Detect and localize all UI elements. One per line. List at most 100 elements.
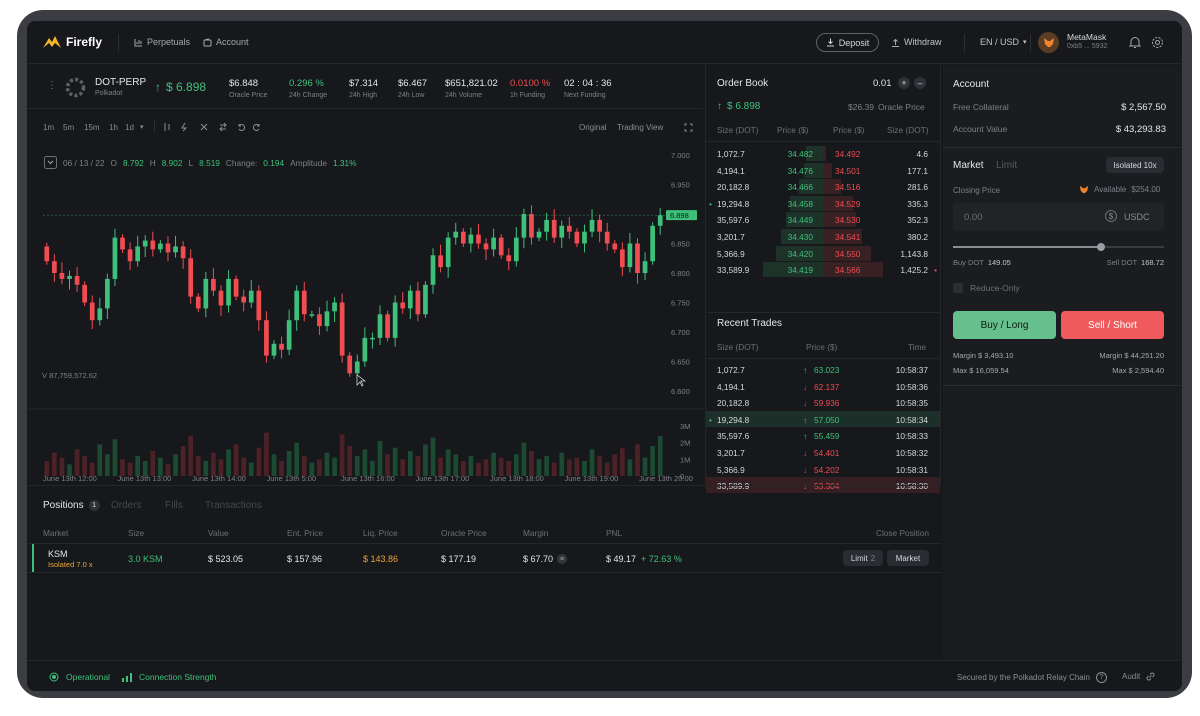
rt-head-size: Size (DOT): [717, 342, 759, 352]
withdraw-button[interactable]: Withdraw: [891, 37, 942, 47]
undo-icon[interactable]: [238, 124, 246, 131]
order-book-row[interactable]: 1,072.7 34.482 34.492 4.6: [706, 145, 940, 161]
sell-dot: Sell DOT 168.72: [1107, 258, 1164, 267]
fullscreen-icon[interactable]: [684, 123, 693, 132]
arrow-down-icon: ↓: [803, 464, 808, 475]
timeframe-1h[interactable]: 1h: [109, 123, 118, 132]
trade-row[interactable]: 5,366.9 ↓ 54.202 10:58:31: [706, 461, 940, 477]
pos-liq-price: $ 143.86: [363, 554, 399, 564]
candle-body: [582, 231, 587, 244]
arrow-down-icon: ↓: [803, 398, 808, 409]
stat-label: 24h Change: [289, 92, 328, 99]
candle-body: [377, 314, 383, 338]
help-icon[interactable]: ?: [1095, 672, 1107, 683]
volume-bar: [105, 454, 110, 476]
compare-icon[interactable]: [219, 122, 227, 132]
chevron-down-icon[interactable]: ▾: [140, 123, 144, 131]
divider: [27, 572, 941, 573]
order-book-step[interactable]: 0.01: [873, 78, 892, 89]
trade-row[interactable]: 35,597.6 ↑ 55.459 10:58:33: [706, 427, 940, 443]
sell-short-button[interactable]: Sell / Short: [1061, 311, 1164, 339]
indicator-icon[interactable]: [181, 122, 188, 132]
view-trading-view[interactable]: Trading View: [617, 123, 663, 132]
candle-body: [468, 234, 474, 244]
trade-row[interactable]: 19,294.8 ↑ 57.050 10:58:34 •: [706, 410, 940, 427]
candle-body: [309, 314, 315, 316]
tab-fills[interactable]: Fills: [165, 500, 183, 511]
timeframe-5m[interactable]: 5m: [63, 123, 74, 132]
pos-col-header: Size: [128, 528, 145, 538]
tab-positions[interactable]: Positions 1: [43, 500, 100, 511]
order-book-row[interactable]: 35,597.6 34.449 34.530 352.3: [706, 211, 940, 228]
market-pair[interactable]: DOT-PERP: [95, 77, 146, 88]
locale-selector[interactable]: EN / USD ▾: [980, 37, 1027, 47]
timeframe-1d[interactable]: 1d: [125, 123, 134, 132]
ob-aprice: 34.530: [835, 215, 861, 226]
close-limit-label: Limit: [850, 553, 868, 563]
buy-long-button[interactable]: Buy / Long: [953, 311, 1056, 339]
trade-row[interactable]: 4,194.1 ↓ 62.137 10:58:36: [706, 378, 940, 394]
candle-body: [67, 275, 72, 279]
close-limit-button[interactable]: Limit 2: [843, 550, 883, 566]
reduce-only-checkbox[interactable]: [953, 283, 963, 293]
trade-price: 62.137: [814, 381, 840, 392]
account-value-value: $ 43,293.83: [1115, 124, 1166, 135]
reduce-only-toggle[interactable]: Reduce-Only: [953, 283, 1020, 293]
trade-row[interactable]: 1,072.7 ↑ 63.023 10:58:37: [706, 361, 940, 377]
wallet-avatar[interactable]: [1038, 32, 1059, 53]
time-tick-label: June 13th 12:00: [43, 474, 97, 481]
price-chart[interactable]: 7.0006.9506.9006.8506.8006.7506.7006.650…: [27, 146, 703, 481]
crosshair-icon[interactable]: [200, 123, 208, 131]
candle-body: [59, 273, 65, 279]
ob-oracle-value: $26.39: [848, 102, 874, 112]
order-book-row[interactable]: 20,182.8 34.466 34.516 281.6: [706, 178, 940, 195]
margin-mode-button[interactable]: Isolated 10x: [1106, 157, 1164, 173]
tab-limit[interactable]: Limit: [996, 160, 1017, 171]
tab-market[interactable]: Market: [953, 160, 984, 171]
divider: [118, 34, 119, 52]
kebab-menu-icon[interactable]: ⋮: [47, 80, 57, 91]
edit-margin-icon[interactable]: ≡: [557, 554, 568, 564]
volume-bar: [551, 462, 557, 476]
order-book-row[interactable]: 19,294.8 34.458 34.529 335.3 •: [706, 195, 940, 211]
audit-link[interactable]: Audit: [1122, 672, 1155, 681]
candle-body: [597, 219, 602, 232]
timeframe-1m[interactable]: 1m: [43, 123, 54, 132]
tab-orders[interactable]: Orders: [111, 500, 142, 511]
deposit-button[interactable]: Deposit: [816, 33, 879, 52]
size-slider-thumb[interactable]: [1096, 243, 1105, 251]
nav-perpetuals[interactable]: Perpetuals: [134, 37, 190, 47]
close-market-button[interactable]: Market: [887, 550, 929, 566]
ob-last-price-value: $ 6.898: [727, 101, 761, 112]
candle-body: [188, 258, 194, 297]
redo-icon[interactable]: [252, 124, 260, 131]
nav-account[interactable]: Account: [203, 37, 249, 47]
trade-row[interactable]: 20,182.8 ↓ 59.936 10:58:35: [706, 394, 940, 410]
order-book-row[interactable]: 5,366.9 34.420 34.550 1,143.8: [706, 245, 940, 261]
gear-icon[interactable]: [1151, 36, 1164, 49]
pos-pnl-value: $ 49.17: [606, 554, 637, 564]
table-row[interactable]: KSM Isolated 7.0 x 3.0 KSM $ 523.05 $ 15…: [27, 544, 941, 572]
bell-icon[interactable]: [1129, 36, 1141, 49]
divider: [706, 358, 940, 359]
tab-transactions[interactable]: Transactions: [205, 500, 262, 511]
candle-body: [619, 249, 625, 268]
brand-logo[interactable]: Firefly: [43, 35, 102, 49]
trade-price: 63.023: [814, 365, 840, 375]
candle-type-icon[interactable]: [164, 123, 170, 131]
trade-row[interactable]: 3,201.7 ↓ 54.401 10:58:32: [706, 444, 940, 460]
divider: [706, 141, 940, 142]
timeframe-15m[interactable]: 15m: [84, 123, 100, 132]
trade-size: 20,182.8: [717, 398, 750, 409]
view-original[interactable]: Original: [579, 123, 607, 132]
order-book-row[interactable]: 4,194.1 34.476 34.501 177.1: [706, 162, 940, 178]
amount-input[interactable]: 0.00 $ USDC: [953, 203, 1164, 231]
status-connection-label: Connection Strength: [139, 672, 217, 682]
order-book-row[interactable]: 3,201.7 34.430 34.541 380.2: [706, 228, 940, 244]
ob-asize: 281.6: [907, 182, 928, 193]
plus-icon[interactable]: +: [898, 77, 910, 89]
size-slider-track[interactable]: [953, 243, 1164, 251]
ob-bprice: 34.458: [787, 198, 813, 209]
order-book-row[interactable]: 33,589.9 34.419 34.566 1,425.2 •: [706, 261, 940, 278]
minus-icon[interactable]: –: [914, 77, 926, 89]
